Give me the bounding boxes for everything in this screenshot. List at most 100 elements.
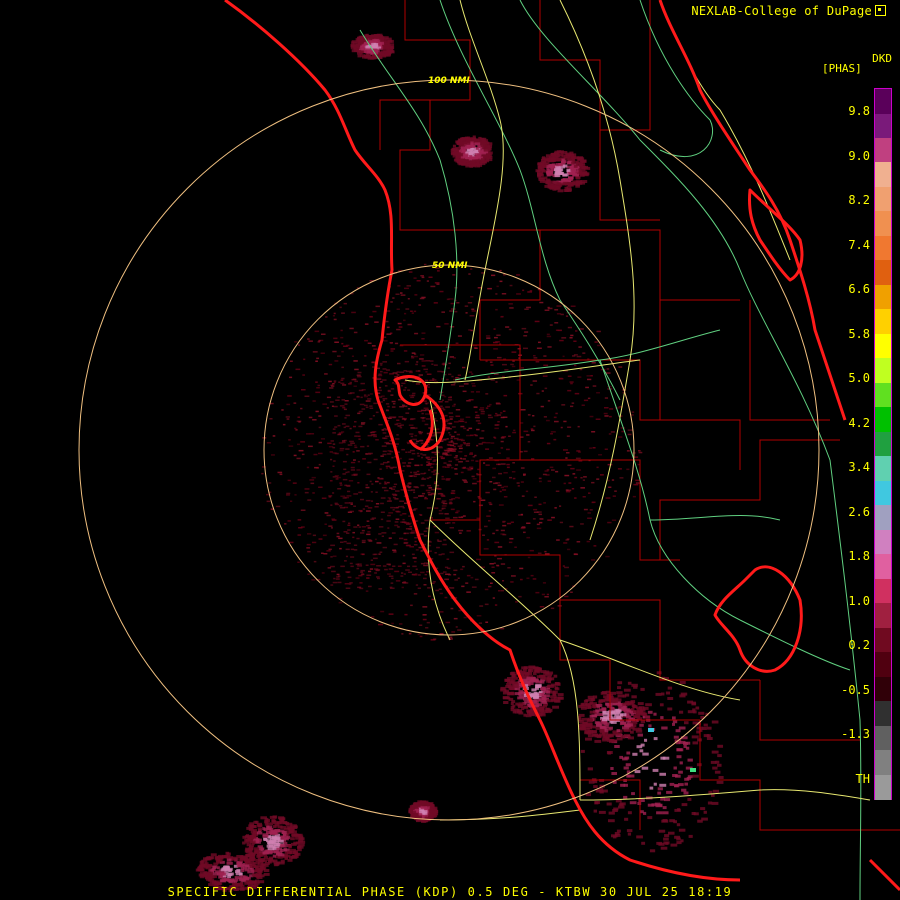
echo-cell bbox=[329, 401, 334, 403]
echo-cell bbox=[631, 411, 635, 413]
echo-cell bbox=[573, 553, 579, 556]
echo-cell bbox=[288, 439, 291, 441]
echo-cell bbox=[619, 477, 624, 479]
echo-cell bbox=[512, 704, 516, 708]
echo-cell bbox=[327, 567, 332, 569]
echo-cell bbox=[458, 158, 464, 162]
echo-cell bbox=[480, 410, 485, 413]
echo-cell bbox=[278, 839, 284, 843]
echo-cell bbox=[337, 433, 341, 436]
echo-cell bbox=[407, 489, 412, 492]
echo-cell bbox=[518, 595, 522, 598]
echo-cell bbox=[423, 577, 427, 580]
echo-cell bbox=[463, 616, 467, 619]
echo-cell bbox=[510, 521, 514, 523]
echo-cell bbox=[401, 302, 404, 304]
echo-cell bbox=[589, 447, 593, 449]
echo-cell bbox=[442, 408, 446, 411]
echo-cell bbox=[511, 671, 516, 675]
echo-cell bbox=[380, 518, 384, 521]
echo-cell bbox=[415, 363, 418, 366]
echo-cell bbox=[318, 339, 324, 342]
echo-cell bbox=[500, 529, 505, 532]
legend-swatch bbox=[875, 162, 891, 188]
echo-cell bbox=[474, 142, 481, 146]
echo-cell bbox=[582, 171, 588, 175]
echo-cell bbox=[504, 678, 511, 682]
echo-cell bbox=[290, 500, 293, 502]
echo-cell bbox=[272, 836, 277, 840]
echo-cell bbox=[533, 355, 536, 357]
echo-cell bbox=[716, 780, 724, 784]
echo-cell bbox=[488, 585, 492, 588]
echo-cell bbox=[666, 790, 673, 794]
echo-cell bbox=[387, 405, 390, 408]
echo-cell bbox=[442, 452, 447, 454]
echo-cell bbox=[468, 427, 473, 430]
echo-cell bbox=[407, 389, 411, 391]
echo-cell bbox=[565, 315, 569, 317]
echo-cell bbox=[536, 511, 542, 513]
echo-cell bbox=[488, 520, 491, 522]
echo-cell bbox=[365, 486, 370, 489]
echo-cell bbox=[445, 454, 449, 456]
echo-cell bbox=[526, 577, 530, 579]
echo-cell bbox=[361, 408, 366, 410]
echo-cell bbox=[587, 378, 592, 381]
echo-cell bbox=[363, 364, 367, 367]
echo-cell bbox=[718, 776, 724, 779]
echo-cell bbox=[557, 696, 564, 700]
echo-cell bbox=[471, 308, 475, 310]
echo-cell bbox=[413, 574, 418, 576]
echo-cell bbox=[427, 491, 431, 494]
echo-cell bbox=[490, 379, 495, 381]
echo-cell bbox=[255, 866, 260, 870]
echo-cell bbox=[588, 717, 593, 721]
echo-cell bbox=[372, 310, 377, 313]
credit-text: NEXLAB-College of DuPage bbox=[691, 4, 886, 18]
echo-cell bbox=[498, 504, 504, 506]
echo-cell bbox=[674, 808, 681, 812]
echo-cell bbox=[371, 345, 376, 347]
echo-cell bbox=[339, 484, 343, 486]
echo-cell bbox=[337, 355, 341, 357]
echo-cell bbox=[441, 507, 446, 510]
echo-cell bbox=[538, 697, 546, 701]
echo-cell bbox=[543, 364, 549, 367]
echo-cell bbox=[380, 455, 384, 457]
echo-cell bbox=[520, 578, 523, 581]
echo-cell bbox=[473, 347, 477, 349]
echo-cell bbox=[295, 429, 298, 431]
echo-cell bbox=[445, 427, 449, 429]
echo-cell bbox=[538, 477, 542, 480]
echo-cell bbox=[657, 787, 663, 791]
echo-cell bbox=[606, 702, 612, 706]
echo-cell bbox=[564, 595, 569, 598]
echo-cell bbox=[288, 850, 292, 854]
echo-cell bbox=[429, 379, 435, 382]
echo-cell bbox=[353, 459, 356, 461]
echo-cell bbox=[403, 573, 406, 575]
echo-cell bbox=[423, 472, 427, 474]
echo-cell bbox=[441, 475, 444, 478]
echo-cell bbox=[433, 469, 437, 471]
echo-cell bbox=[484, 603, 489, 606]
echo-cell bbox=[550, 157, 557, 161]
echo-cell bbox=[508, 435, 511, 437]
echo-cell bbox=[451, 450, 456, 452]
echo-cell bbox=[620, 735, 626, 739]
echo-cell bbox=[367, 394, 370, 396]
echo-cell bbox=[318, 452, 323, 455]
echo-cell bbox=[392, 486, 396, 488]
echo-cell bbox=[636, 835, 643, 839]
echo-cell bbox=[640, 720, 646, 724]
echo-cell bbox=[616, 716, 621, 720]
echo-cell bbox=[527, 441, 531, 443]
legend-tick-label: 5.0 bbox=[848, 371, 870, 385]
echo-cell bbox=[546, 335, 552, 338]
echo-cell bbox=[503, 485, 509, 488]
echo-cell bbox=[483, 462, 486, 464]
echo-cell bbox=[363, 394, 367, 396]
echo-cell bbox=[400, 294, 406, 296]
echo-cell bbox=[407, 408, 411, 410]
